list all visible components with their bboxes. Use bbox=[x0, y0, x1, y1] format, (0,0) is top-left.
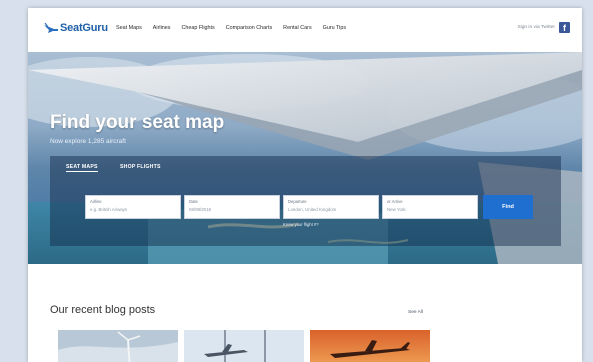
arrival-field[interactable]: or Arrive New York bbox=[382, 195, 478, 219]
hero-title: Find your seat map bbox=[50, 112, 225, 133]
blog-thumbnail-1[interactable] bbox=[58, 330, 178, 362]
tab-shop-flights[interactable]: SHOP FLIGHTS bbox=[120, 164, 161, 170]
main-menu: Seat Maps Airlines Cheap Flights Compari… bbox=[116, 25, 346, 31]
departure-field[interactable]: Departure London, United Kingdom bbox=[283, 195, 379, 219]
blog-section-title: Our recent blog posts bbox=[50, 304, 156, 316]
nav-link-cheap-flights[interactable]: Cheap Flights bbox=[181, 25, 214, 31]
blog-thumbnail-2[interactable] bbox=[184, 330, 304, 362]
nav-account-area: Sign in via Twitter f bbox=[517, 22, 570, 33]
top-nav: SeatGuru Seat Maps Airlines Cheap Flight… bbox=[28, 8, 582, 52]
hero-subtitle: Now explore 1,285 aircraft bbox=[50, 138, 126, 145]
nav-link-seat-maps[interactable]: Seat Maps bbox=[116, 25, 142, 31]
nav-link-comparison-charts[interactable]: Comparison Charts bbox=[226, 25, 272, 31]
find-button[interactable]: Find bbox=[483, 195, 533, 219]
blog-image-airport-window bbox=[184, 330, 304, 362]
brand-name: SeatGuru bbox=[60, 22, 108, 34]
departure-field-value: London, United Kingdom bbox=[288, 207, 337, 212]
date-field-label: Date bbox=[189, 199, 198, 204]
nav-link-airlines[interactable]: Airlines bbox=[153, 25, 171, 31]
arrival-field-value: New York bbox=[387, 207, 406, 212]
facebook-icon[interactable]: f bbox=[559, 22, 570, 33]
airline-field[interactable]: Airline e.g. British Airways bbox=[85, 195, 181, 219]
seatguru-logo[interactable]: SeatGuru bbox=[44, 22, 108, 34]
date-field[interactable]: Date 06/08/2018 bbox=[184, 195, 280, 219]
sign-in-link[interactable]: Sign in via Twitter bbox=[517, 25, 555, 30]
blog-thumbnail-3[interactable] bbox=[310, 330, 430, 362]
blog-image-sunset-plane bbox=[310, 330, 430, 362]
date-field-value: 06/08/2018 bbox=[189, 207, 211, 212]
airline-field-value: e.g. British Airways bbox=[90, 207, 128, 212]
tab-seat-maps[interactable]: SEAT MAPS bbox=[66, 164, 98, 172]
departure-field-label: Departure bbox=[288, 199, 307, 204]
arrival-field-label: or Arrive bbox=[387, 199, 403, 204]
airline-field-label: Airline bbox=[90, 199, 102, 204]
plane-logo-icon bbox=[44, 23, 58, 33]
see-all-link[interactable]: See All bbox=[408, 310, 423, 315]
flight-number-link[interactable]: Know your flight #? bbox=[283, 222, 319, 227]
browser-page: SeatGuru Seat Maps Airlines Cheap Flight… bbox=[28, 8, 582, 362]
hero-banner: Find your seat map Now explore 1,285 air… bbox=[28, 52, 582, 264]
nav-link-rental-cars[interactable]: Rental Cars bbox=[283, 25, 311, 31]
blog-image-wind-turbine bbox=[58, 330, 178, 362]
nav-link-guru-tips[interactable]: Guru Tips bbox=[323, 25, 346, 31]
